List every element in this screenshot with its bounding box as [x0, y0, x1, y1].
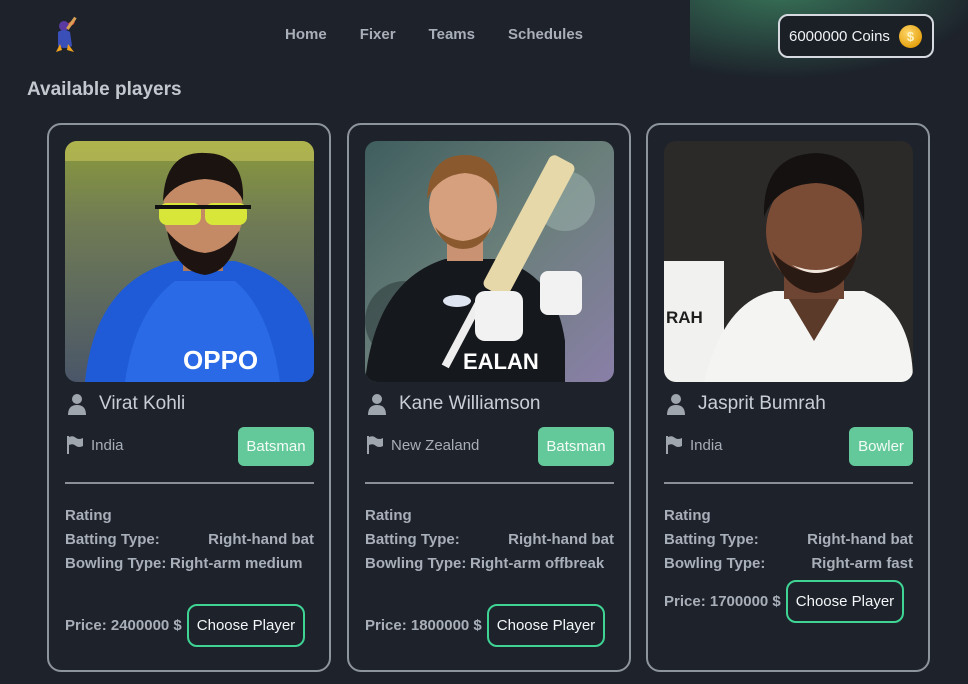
divider: [664, 482, 913, 484]
role-badge: Bowler: [849, 427, 913, 466]
role-badge: Batsman: [238, 427, 314, 466]
player-country-row: New Zealand: [367, 436, 479, 454]
coin-icon: $: [899, 25, 922, 48]
player-stats: Rating Batting Type: Right-hand bat Bowl…: [365, 504, 614, 576]
nav-teams-link[interactable]: Teams: [429, 26, 475, 43]
bowling-type-label: Bowling Type:: [65, 555, 167, 572]
user-icon: [667, 394, 685, 415]
player-stats: Rating Batting Type: Right-hand bat Bowl…: [664, 504, 913, 576]
bowling-type-label: Bowling Type:: [664, 555, 766, 572]
player-price: Price: 2400000 $: [65, 617, 182, 634]
player-card: OPPO Virat Kohli India Batsman Rating Ba…: [47, 123, 331, 672]
svg-text:OPPO: OPPO: [183, 345, 258, 375]
page-title: Available players: [27, 79, 182, 100]
player-photo: EALAN: [365, 141, 614, 382]
background-text: RAH: [666, 308, 703, 327]
nav-schedules-link[interactable]: Schedules: [508, 26, 583, 43]
batting-type-label: Batting Type:: [365, 531, 460, 548]
price-row: Price: 1800000 $ Choose Player: [365, 604, 606, 647]
player-stats: Rating Batting Type: Right-hand bat Bowl…: [65, 504, 314, 576]
player-name: Virat Kohli: [99, 393, 186, 414]
player-card: EALAN Kane Williamson New Zealand Batsma…: [347, 123, 631, 672]
coins-label: 6000000 Coins: [789, 27, 890, 45]
bowling-type-label: Bowling Type:: [365, 555, 467, 572]
flag-icon: [666, 436, 682, 454]
divider: [365, 482, 614, 484]
flag-icon: [67, 436, 83, 454]
navbar: Home Fixer Teams Schedules 6000000 Coins…: [0, 0, 968, 72]
player-country-row: India: [666, 436, 723, 454]
choose-player-button[interactable]: Choose Player: [785, 580, 905, 623]
player-country: India: [690, 436, 723, 454]
player-name: Kane Williamson: [399, 393, 541, 414]
player-country: New Zealand: [391, 436, 480, 454]
user-icon: [68, 394, 86, 415]
rating-label: Rating: [365, 507, 412, 524]
shirt-text: EALAN: [463, 349, 539, 374]
price-row: Price: 1700000 $ Choose Player: [664, 580, 905, 623]
bowling-type-value: Right-arm fast: [811, 555, 913, 572]
player-price: Price: 1700000 $: [664, 593, 781, 610]
batting-type-value: Right-hand bat: [208, 531, 314, 548]
batting-type-value: Right-hand bat: [508, 531, 614, 548]
choose-player-button[interactable]: Choose Player: [486, 604, 606, 647]
player-country-row: India: [67, 436, 124, 454]
flag-icon: [367, 436, 383, 454]
batting-type-value: Right-hand bat: [807, 531, 913, 548]
divider: [65, 482, 314, 484]
bowling-type-value: Right-arm medium: [170, 555, 303, 572]
batting-type-label: Batting Type:: [664, 531, 759, 548]
nav-fixer-link[interactable]: Fixer: [360, 26, 396, 43]
nav-links: Home Fixer Teams Schedules: [285, 26, 616, 43]
player-name-row: Jasprit Bumrah: [666, 393, 826, 415]
player-name-row: Kane Williamson: [367, 393, 541, 415]
price-row: Price: 2400000 $ Choose Player: [65, 604, 306, 647]
player-card: RAH Jasprit Bumrah India Bowler Rating B…: [646, 123, 930, 672]
player-name-row: Virat Kohli: [67, 393, 185, 415]
choose-player-button[interactable]: Choose Player: [186, 604, 306, 647]
player-price: Price: 1800000 $: [365, 617, 482, 634]
rating-label: Rating: [65, 507, 112, 524]
player-name: Jasprit Bumrah: [698, 393, 826, 414]
role-badge: Batsman: [538, 427, 614, 466]
bowling-type-value: Right-arm offbreak: [470, 555, 605, 572]
coins-balance[interactable]: 6000000 Coins $: [778, 14, 934, 58]
cricket-logo-icon[interactable]: [50, 14, 80, 54]
rating-label: Rating: [664, 507, 711, 524]
player-photo: OPPO: [65, 141, 314, 382]
player-photo: RAH: [664, 141, 913, 382]
user-icon: [368, 394, 386, 415]
batting-type-label: Batting Type:: [65, 531, 160, 548]
nav-home-link[interactable]: Home: [285, 26, 327, 43]
player-country: India: [91, 436, 124, 454]
